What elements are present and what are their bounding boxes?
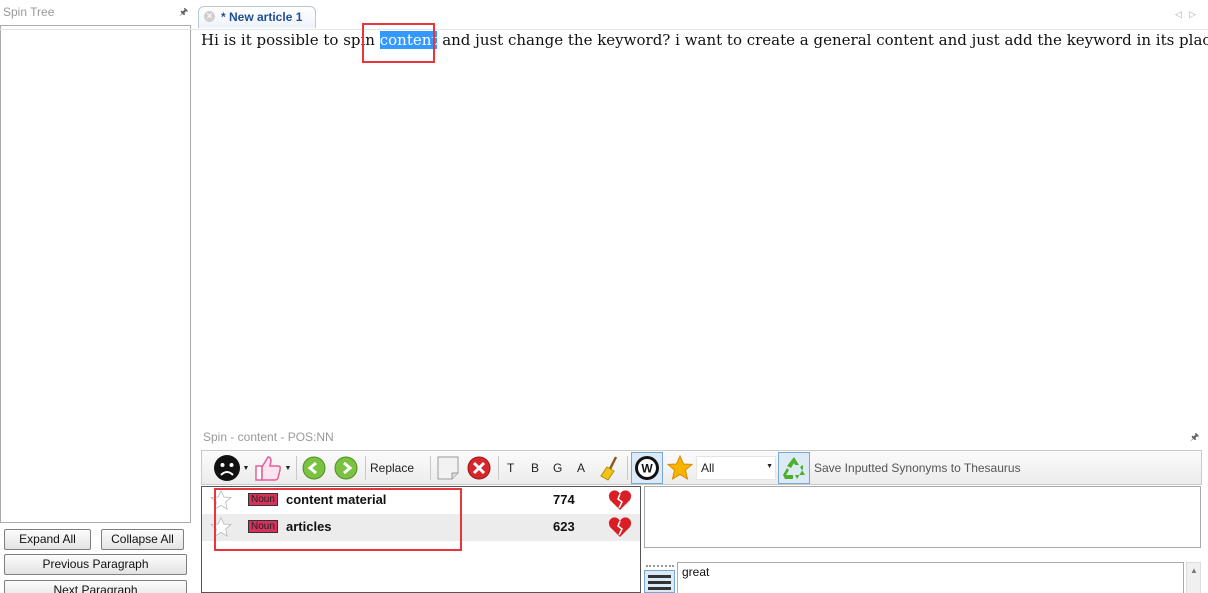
text-after: and just change the keyword? i want to c… — [437, 31, 1208, 49]
a-button[interactable]: A — [577, 460, 585, 476]
broom-icon[interactable] — [598, 455, 622, 481]
chevron-down-icon: ▼ — [766, 463, 773, 470]
toolbar-separator — [365, 456, 366, 480]
scroll-up-icon[interactable]: ▲ — [1190, 566, 1198, 575]
g-button[interactable]: G — [553, 460, 562, 476]
menu-lines-icon[interactable] — [644, 570, 675, 593]
arrow-left-icon[interactable]: ◁ — [1175, 9, 1182, 20]
synonym-count: 774 — [553, 492, 575, 507]
tab-new-article[interactable]: ✕ * New article 1 — [198, 6, 316, 28]
w-badge-icon[interactable]: W — [631, 452, 663, 484]
next-paragraph-button[interactable]: Next Paragraph — [4, 580, 187, 593]
text-before: Hi is it possible to spin — [201, 31, 380, 49]
filter-select-value: All — [701, 461, 715, 475]
chevron-down-icon[interactable]: ▼ — [242, 464, 250, 472]
synonym-input[interactable]: great — [677, 562, 1184, 593]
spin-panel-title: Spin - content - POS:NN — [203, 430, 334, 444]
spin-toolbar: ▼ ▼ Replace T B G A W All ▼ Save Inputte… — [201, 450, 1202, 485]
save-to-thesaurus-button[interactable]: Save Inputted Synonyms to Thesaurus — [814, 460, 1021, 476]
recycle-icon[interactable] — [778, 452, 810, 484]
synonym-count: 623 — [553, 519, 575, 534]
scrollbar[interactable]: ▲ — [1186, 562, 1201, 593]
filter-select[interactable]: All ▼ — [696, 456, 776, 480]
thumbs-up-icon[interactable] — [252, 453, 284, 483]
pin-icon[interactable]: 🖈 — [1190, 430, 1199, 447]
green-back-icon[interactable] — [302, 456, 326, 480]
expand-all-button[interactable]: Expand All — [4, 529, 91, 550]
replace-button[interactable]: Replace — [370, 460, 414, 476]
t-button[interactable]: T — [507, 460, 514, 476]
toolbar-separator — [498, 456, 499, 480]
resize-grip[interactable] — [646, 565, 674, 567]
toolbar-separator — [627, 456, 628, 480]
pin-icon[interactable]: 🖈 — [179, 5, 188, 22]
arrow-right-icon[interactable]: ▷ — [1189, 9, 1196, 20]
sad-face-icon[interactable] — [212, 453, 242, 483]
article-editor[interactable]: Hi is it possible to spin content and ju… — [201, 31, 1208, 49]
spin-tree-title: Spin Tree — [3, 5, 55, 19]
spin-tree-panel: Spin Tree 🖈 Expand All Collapse All Prev… — [0, 0, 193, 593]
synonym-preview-box[interactable] — [644, 486, 1201, 548]
app-window: Spin Tree 🖈 Expand All Collapse All Prev… — [0, 0, 1208, 593]
svg-text:W: W — [641, 462, 653, 476]
annotation-box-synonyms — [214, 488, 462, 551]
close-icon[interactable]: ✕ — [204, 11, 215, 22]
note-icon[interactable] — [435, 455, 461, 481]
heart-broken-icon[interactable] — [608, 516, 632, 541]
synonym-input-value: great — [682, 565, 710, 579]
annotation-box-selected-word — [362, 23, 435, 63]
spin-tree-view[interactable] — [0, 25, 191, 523]
red-x-icon[interactable] — [466, 455, 492, 481]
toolbar-separator — [430, 456, 431, 480]
b-button[interactable]: B — [531, 460, 539, 476]
previous-paragraph-button[interactable]: Previous Paragraph — [4, 554, 187, 575]
heart-broken-icon[interactable] — [608, 489, 632, 514]
editor-divider — [0, 29, 1208, 30]
star-icon[interactable] — [666, 454, 694, 482]
green-forward-icon[interactable] — [334, 456, 358, 480]
tab-label: * New article 1 — [221, 10, 303, 24]
toolbar-separator — [296, 456, 297, 480]
collapse-all-button[interactable]: Collapse All — [101, 529, 184, 550]
chevron-down-icon[interactable]: ▼ — [284, 464, 292, 472]
